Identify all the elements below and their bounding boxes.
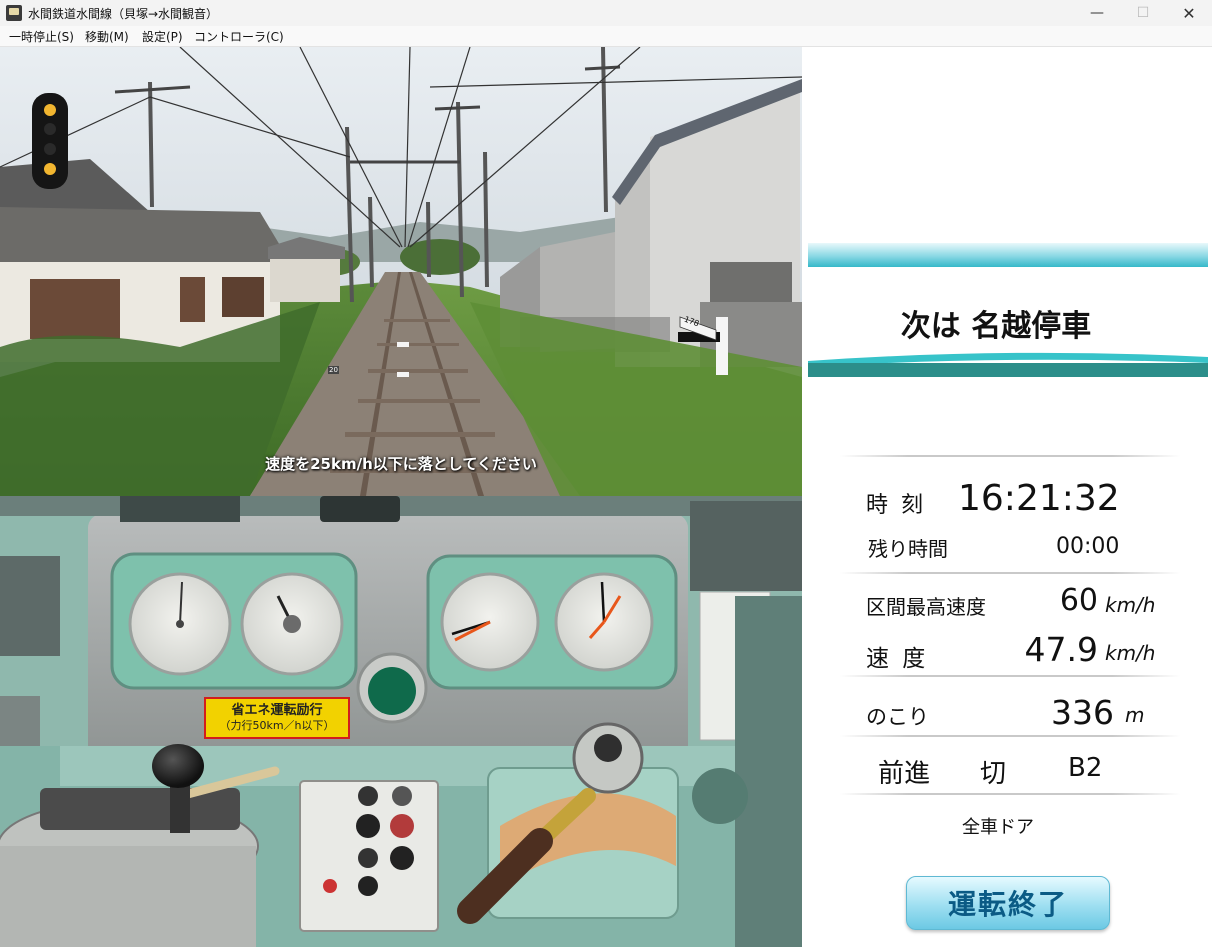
separator — [840, 675, 1180, 677]
door-status: 全車ドア — [962, 817, 1034, 838]
track-sign-label: 20 — [328, 366, 339, 374]
separator — [840, 793, 1180, 795]
max-speed-label: 区間最高速度 — [866, 595, 986, 619]
eco-sticker-line2: （力行50km／h以下） — [219, 719, 335, 732]
eco-sticker-line1: 省エネ運転励行 — [231, 703, 323, 718]
app-icon — [6, 5, 22, 21]
reverser-position: 前進 — [878, 759, 931, 789]
forward-view-image — [0, 47, 802, 496]
remaining-distance-unit: m — [1125, 703, 1145, 727]
separator — [840, 572, 1180, 574]
remaining-distance-value: 336 — [1051, 693, 1114, 732]
menu-settings[interactable]: 設定(P) — [142, 28, 183, 45]
brake-notch: B2 — [1068, 753, 1103, 783]
maximize-button[interactable]: ☐ — [1120, 0, 1166, 26]
speed-label: 速 度 — [866, 646, 929, 672]
cab-image — [0, 496, 802, 947]
speed-warning-message: 速度を25km/h以下に落としてください — [265, 455, 537, 473]
window-title: 水間鉄道水間線（貝塚→水間観音） — [28, 7, 219, 21]
speed-unit: km/h — [1105, 641, 1156, 665]
remaining-time-label: 残り時間 — [868, 537, 948, 561]
speed-value: 47.9 — [1024, 630, 1098, 669]
forward-view: 178 20 速度を25km/h以下に落としてください — [0, 47, 802, 496]
remaining-distance-label: のこり — [866, 705, 929, 729]
time-label: 時 刻 — [866, 493, 926, 518]
minimize-button[interactable]: — — [1074, 0, 1120, 26]
menu-move[interactable]: 移動(M) — [85, 28, 129, 45]
menu-bar: 一時停止(S) 移動(M) 設定(P) コントローラ(C) — [0, 26, 1212, 47]
power-notch: 切 — [980, 759, 1007, 789]
time-value: 16:21:32 — [958, 478, 1120, 519]
separator — [840, 455, 1180, 457]
remaining-time-value: 00:00 — [1056, 534, 1120, 559]
window-titlebar: 水間鉄道水間線（貝塚→水間観音） — ☐ ✕ — [0, 0, 1212, 26]
close-button[interactable]: ✕ — [1166, 0, 1212, 26]
info-panel: 次は 名越停車 時 刻 16:21:32 残り時間 00:00 区間最高速度 6… — [802, 47, 1212, 947]
end-driving-button[interactable]: 運転終了 — [906, 876, 1110, 930]
menu-pause[interactable]: 一時停止(S) — [9, 28, 74, 45]
max-speed-value: 60 — [1059, 583, 1098, 618]
cab-view: 省エネ運転励行 （力行50km／h以下） — [0, 496, 802, 947]
next-station-label: 次は 名越停車 — [900, 309, 1092, 344]
max-speed-unit: km/h — [1105, 593, 1156, 617]
banner-bottom-stripe — [808, 352, 1208, 377]
banner-top-stripe — [808, 243, 1208, 267]
separator — [840, 735, 1180, 737]
menu-controller[interactable]: コントローラ(C) — [194, 28, 284, 45]
